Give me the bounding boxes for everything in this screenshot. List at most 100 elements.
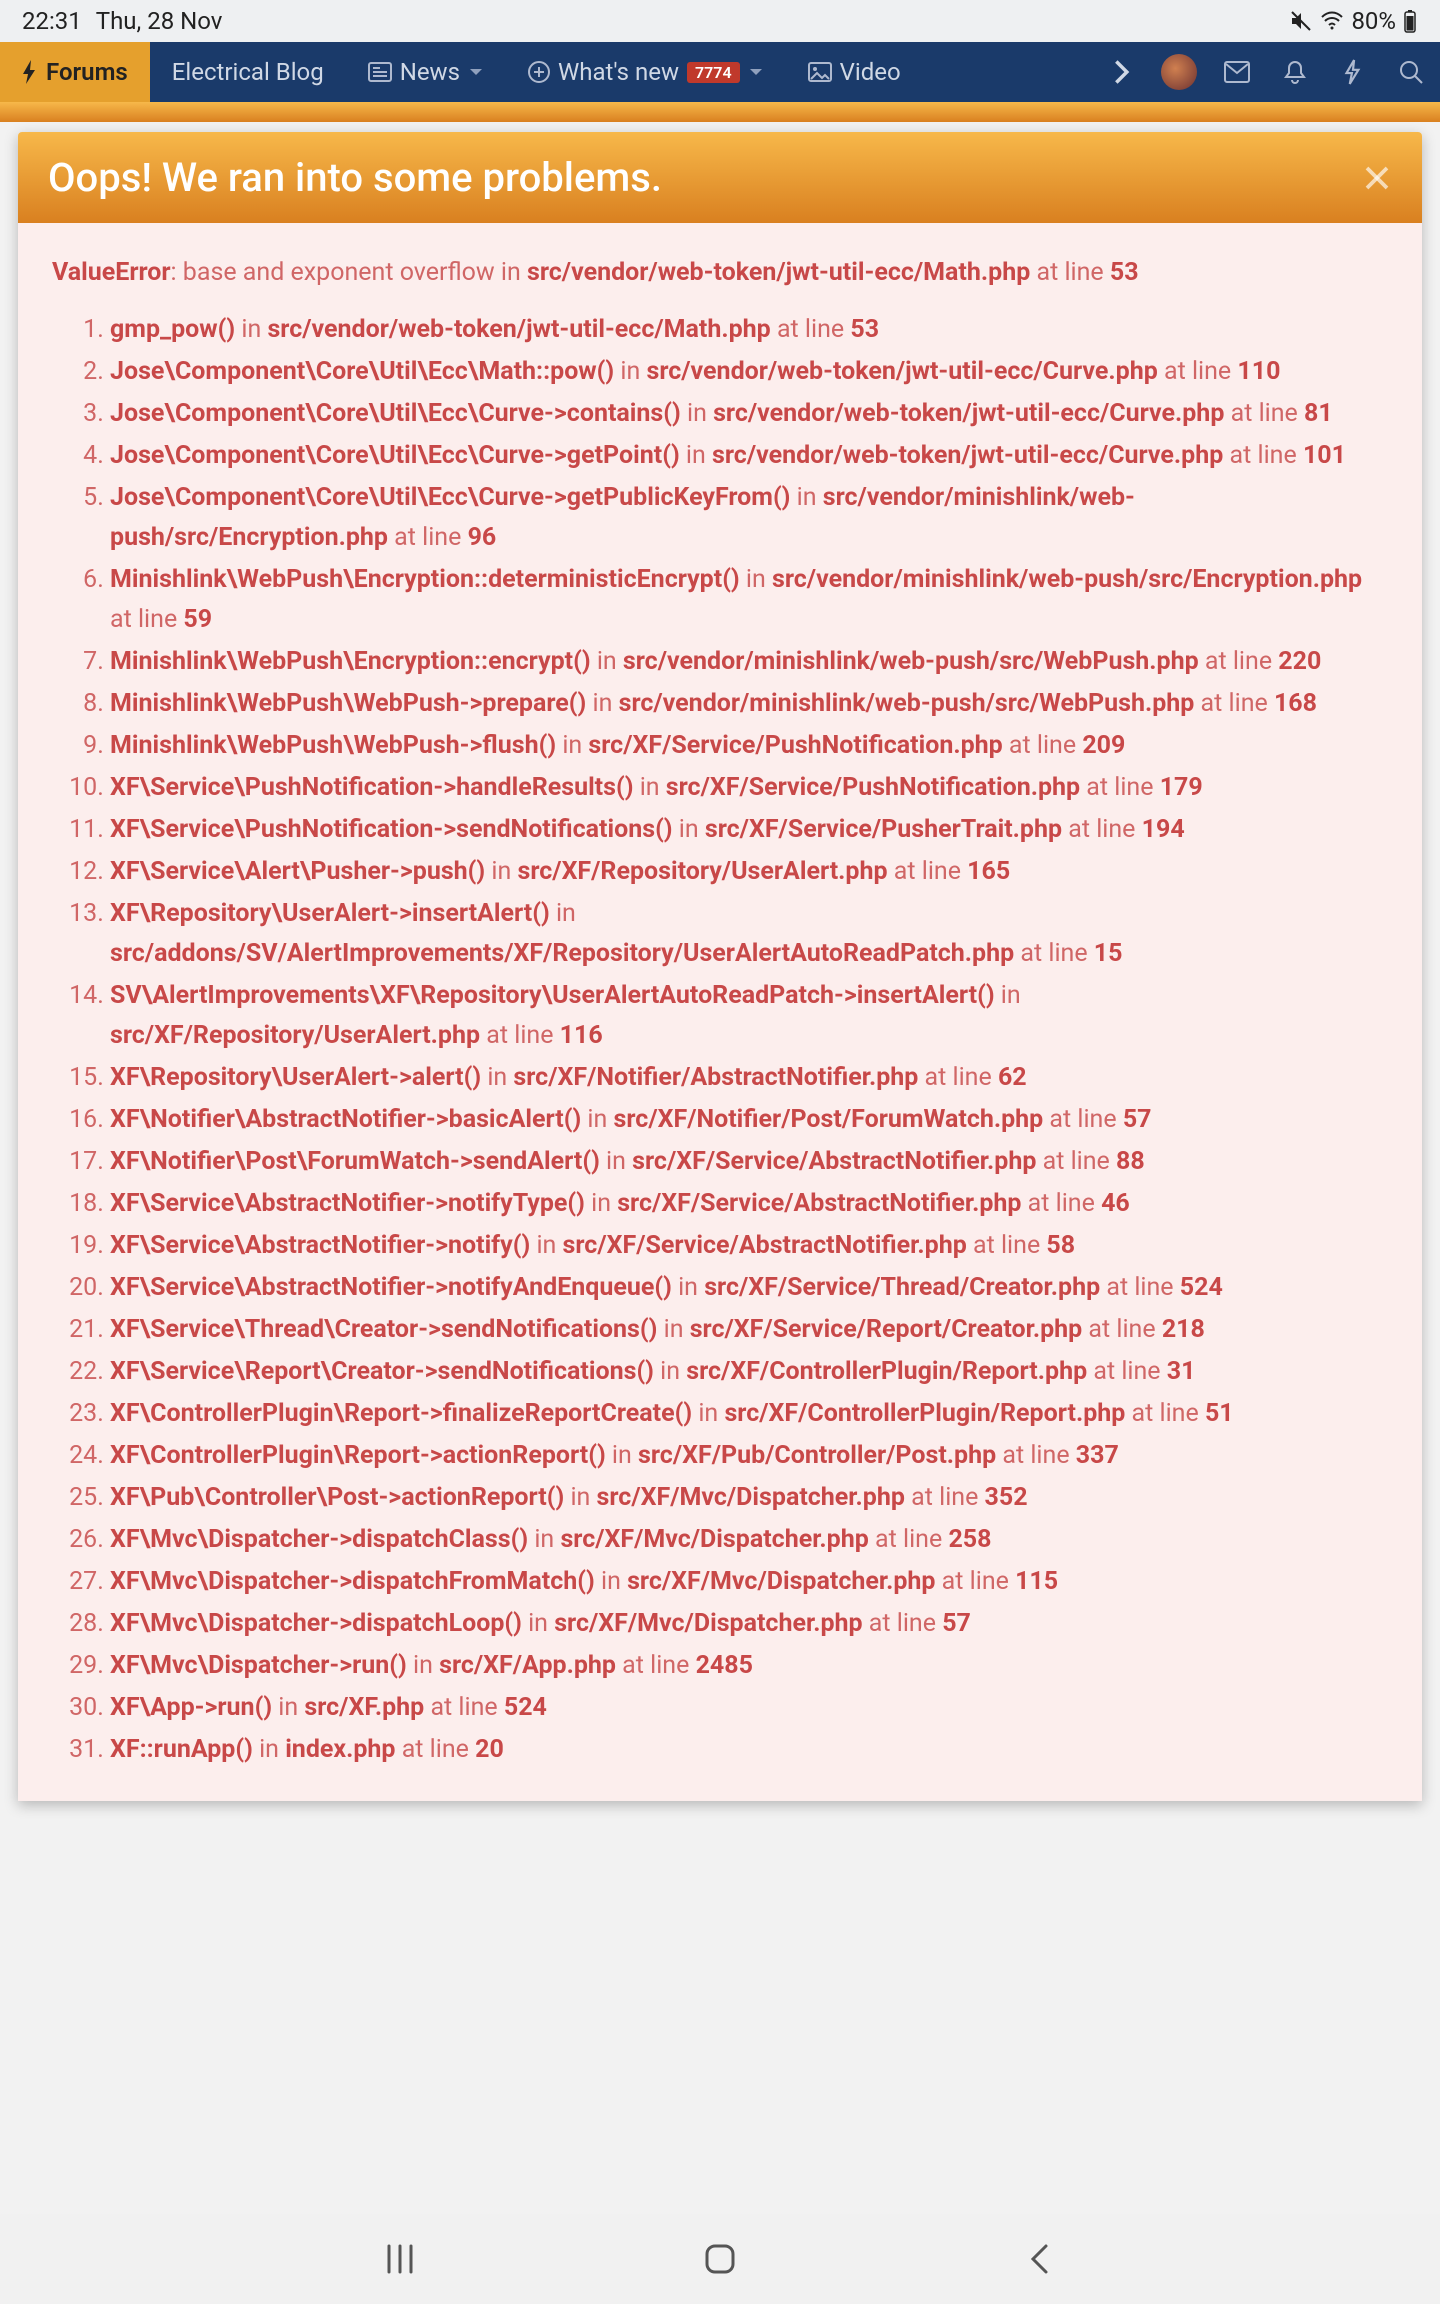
trace-line: 352 bbox=[985, 1483, 1028, 1512]
trace-frame: XF\Notifier\AbstractNotifier->basicAlert… bbox=[110, 1099, 1388, 1141]
trace-in: in bbox=[407, 1651, 439, 1680]
trace-at: at line bbox=[1199, 647, 1279, 676]
trace-file: src/vendor/web-token/jwt-util-ecc/Math.p… bbox=[267, 315, 770, 344]
trace-frame: XF\Notifier\Post\ForumWatch->sendAlert()… bbox=[110, 1141, 1388, 1183]
nav-search[interactable] bbox=[1382, 42, 1440, 102]
trace-at: at line bbox=[869, 1525, 949, 1554]
trace-in: in bbox=[680, 441, 712, 470]
error-overlay: Oops! We ran into some problems. ValueEr… bbox=[18, 132, 1422, 1801]
trace-fn: Minishlink\WebPush\Encryption::encrypt() bbox=[110, 647, 591, 676]
trace-file: src/XF/Repository/UserAlert.php bbox=[110, 1021, 480, 1050]
image-icon bbox=[808, 62, 832, 82]
trace-line: 58 bbox=[1046, 1231, 1075, 1260]
trace-line: 46 bbox=[1101, 1189, 1130, 1218]
trace-fn: XF\Service\PushNotification->handleResul… bbox=[110, 773, 634, 802]
back-button[interactable] bbox=[1010, 2229, 1070, 2289]
trace-at: at line bbox=[1021, 1189, 1101, 1218]
trace-frame: Minishlink\WebPush\Encryption::encrypt()… bbox=[110, 641, 1388, 683]
trace-fn: XF\Service\PushNotification->sendNotific… bbox=[110, 815, 673, 844]
nav-bolt[interactable] bbox=[1324, 42, 1382, 102]
trace-at: at line bbox=[888, 857, 968, 886]
trace-fn: Jose\Component\Core\Util\Ecc\Curve->getP… bbox=[110, 441, 680, 470]
trace-at: at line bbox=[1082, 1315, 1162, 1344]
nav-scroll-right[interactable] bbox=[1092, 42, 1150, 102]
trace-frame: XF\Service\AbstractNotifier->notifyAndEn… bbox=[110, 1267, 1388, 1309]
nav-forums-label: Forums bbox=[46, 58, 128, 86]
trace-file: src/vendor/minishlink/web-push/src/Encry… bbox=[772, 565, 1362, 594]
exception-class: ValueError bbox=[52, 258, 171, 287]
trace-frame: XF\Service\AbstractNotifier->notifyType(… bbox=[110, 1183, 1388, 1225]
trace-in: in bbox=[528, 1525, 560, 1554]
nav-forums[interactable]: Forums bbox=[0, 42, 150, 102]
wifi-icon bbox=[1319, 9, 1345, 33]
nav-avatar[interactable] bbox=[1150, 42, 1208, 102]
trace-frame: XF\Mvc\Dispatcher->dispatchLoop() in src… bbox=[110, 1603, 1388, 1645]
chevron-down-icon bbox=[748, 64, 764, 80]
device-statusbar: 22:31 Thu, 28 Nov 80% bbox=[0, 0, 1440, 42]
trace-in: in bbox=[657, 1315, 689, 1344]
trace-fn: Minishlink\WebPush\WebPush->prepare() bbox=[110, 689, 586, 718]
trace-file: src/XF/Mvc/Dispatcher.php bbox=[560, 1525, 868, 1554]
trace-line: 51 bbox=[1205, 1399, 1234, 1428]
trace-fn: XF\Service\AbstractNotifier->notify() bbox=[110, 1231, 530, 1260]
trace-frame: Minishlink\WebPush\WebPush->flush() in s… bbox=[110, 725, 1388, 767]
trace-fn: XF\Service\Report\Creator->sendNotificat… bbox=[110, 1357, 654, 1386]
nav-video-label: Video bbox=[840, 58, 901, 86]
trace-line: 116 bbox=[560, 1021, 603, 1050]
statusbar-right: 80% bbox=[1289, 7, 1418, 35]
trace-file: src/XF/Notifier/AbstractNotifier.php bbox=[513, 1063, 918, 1092]
trace-frame: XF\Mvc\Dispatcher->run() in src/XF/App.p… bbox=[110, 1645, 1388, 1687]
trace-at: at line bbox=[967, 1231, 1047, 1260]
trace-line: 337 bbox=[1076, 1441, 1119, 1470]
trace-frame: XF\Repository\UserAlert->alert() in src/… bbox=[110, 1057, 1388, 1099]
exception-linenum: 53 bbox=[1110, 258, 1139, 287]
home-button[interactable] bbox=[690, 2229, 750, 2289]
trace-fn: XF\Repository\UserAlert->alert() bbox=[110, 1063, 481, 1092]
plus-circle-icon bbox=[528, 61, 550, 83]
trace-file: src/XF/Service/AbstractNotifier.php bbox=[563, 1231, 967, 1260]
trace-in: in bbox=[522, 1609, 554, 1638]
overlay-title: Oops! We ran into some problems. bbox=[48, 154, 1362, 201]
trace-in: in bbox=[556, 731, 588, 760]
trace-frame: Minishlink\WebPush\WebPush->prepare() in… bbox=[110, 683, 1388, 725]
trace-frame: XF\Service\AbstractNotifier->notify() in… bbox=[110, 1225, 1388, 1267]
trace-at: at line bbox=[1125, 1399, 1205, 1428]
trace-file: src/XF/Repository/UserAlert.php bbox=[518, 857, 888, 886]
avatar-icon bbox=[1161, 54, 1197, 90]
overlay-header: Oops! We ran into some problems. bbox=[18, 132, 1422, 223]
nav-whatsnew[interactable]: What's new 7774 bbox=[506, 42, 786, 102]
trace-file: src/XF/Service/PushNotification.php bbox=[588, 731, 1002, 760]
trace-line: 20 bbox=[475, 1735, 504, 1764]
recent-apps-button[interactable] bbox=[370, 2229, 430, 2289]
whatsnew-badge: 7774 bbox=[687, 62, 740, 83]
trace-line: 31 bbox=[1167, 1357, 1196, 1386]
trace-fn: XF\Service\AbstractNotifier->notifyAndEn… bbox=[110, 1273, 672, 1302]
trace-in: in bbox=[681, 399, 713, 428]
trace-line: 524 bbox=[504, 1693, 547, 1722]
trace-in: in bbox=[614, 357, 646, 386]
trace-line: 218 bbox=[1162, 1315, 1205, 1344]
nav-news[interactable]: News bbox=[346, 42, 506, 102]
trace-at: at line bbox=[918, 1063, 998, 1092]
trace-fn: XF\App->run() bbox=[110, 1693, 272, 1722]
trace-frame: Jose\Component\Core\Util\Ecc\Curve->cont… bbox=[110, 393, 1388, 435]
trace-fn: XF\Pub\Controller\Post->actionReport() bbox=[110, 1483, 564, 1512]
main-navbar: Forums Electrical Blog News What's new 7… bbox=[0, 42, 1440, 102]
trace-line: 209 bbox=[1082, 731, 1125, 760]
close-button[interactable] bbox=[1362, 163, 1392, 193]
nav-inbox[interactable] bbox=[1208, 42, 1266, 102]
trace-line: 59 bbox=[183, 605, 212, 634]
nav-alerts[interactable] bbox=[1266, 42, 1324, 102]
trace-in: in bbox=[585, 1189, 617, 1218]
nav-video[interactable]: Video bbox=[786, 42, 907, 102]
trace-fn: XF\Service\AbstractNotifier->notifyType(… bbox=[110, 1189, 585, 1218]
trace-in: in bbox=[606, 1441, 638, 1470]
trace-in: in bbox=[235, 315, 267, 344]
trace-frame: gmp_pow() in src/vendor/web-token/jwt-ut… bbox=[110, 309, 1388, 351]
trace-frame: SV\AlertImprovements\XF\Repository\UserA… bbox=[110, 975, 1388, 1057]
trace-at: at line bbox=[1014, 939, 1094, 968]
trace-line: 194 bbox=[1142, 815, 1185, 844]
trace-in: in bbox=[790, 483, 822, 512]
trace-file: src/XF/Service/AbstractNotifier.php bbox=[632, 1147, 1036, 1176]
nav-blog[interactable]: Electrical Blog bbox=[150, 42, 346, 102]
